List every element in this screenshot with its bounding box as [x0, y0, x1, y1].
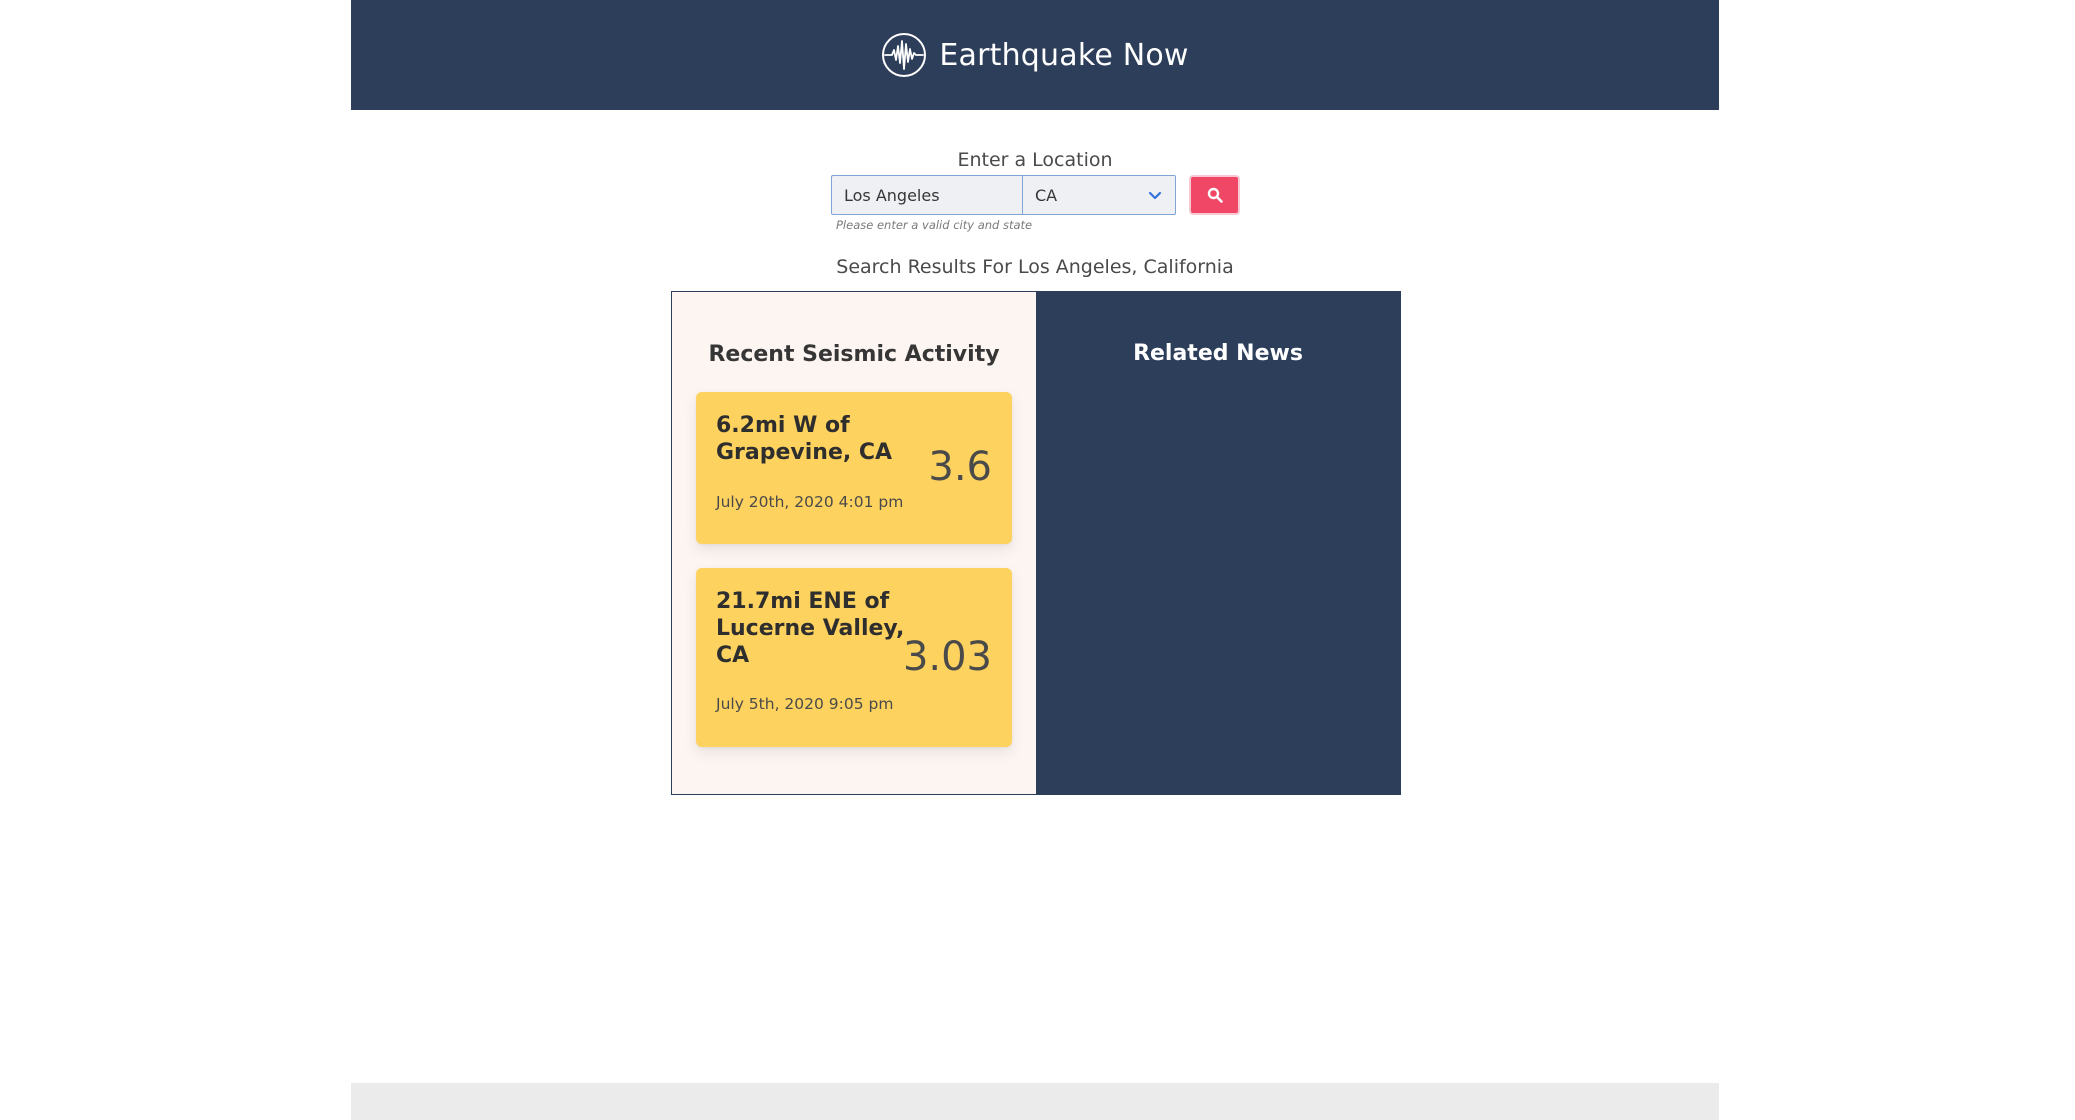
chevron-down-icon: [1148, 191, 1162, 200]
app-header: Earthquake Now: [351, 0, 1719, 110]
search-form: CA: [831, 175, 1176, 215]
search-icon: [1207, 187, 1223, 203]
help-text: Please enter a valid city and state: [836, 218, 1033, 232]
search-button[interactable]: [1189, 175, 1240, 215]
seismic-activity-title: Recent Seismic Activity: [708, 342, 1000, 367]
city-input[interactable]: [831, 175, 1022, 215]
quake-location: 21.7mi ENE of Lucerne Valley, CA: [716, 589, 905, 668]
state-select[interactable]: CA: [1022, 175, 1176, 215]
state-select-value: CA: [1035, 185, 1058, 205]
seismic-activity-column: Recent Seismic Activity 6.2mi W of Grape…: [672, 292, 1036, 794]
search-label: Enter a Location: [957, 149, 1113, 171]
related-news-column: Related News: [1036, 292, 1400, 794]
quake-location: 6.2mi W of Grapevine, CA: [716, 413, 893, 465]
quake-magnitude: 3.6: [928, 444, 992, 490]
quake-time: July 5th, 2020 9:05 pm: [716, 695, 894, 713]
quake-time: July 20th, 2020 4:01 pm: [716, 493, 904, 511]
quake-magnitude: 3.03: [902, 634, 992, 680]
app-title: Earthquake Now: [939, 37, 1189, 73]
results-panel: Recent Seismic Activity 6.2mi W of Grape…: [671, 291, 1401, 795]
page-footer: [351, 1083, 1719, 1120]
quake-card[interactable]: 6.2mi W of Grapevine, CA July 20th, 2020…: [696, 392, 1012, 544]
results-heading: Search Results For Los Angeles, Californ…: [836, 256, 1234, 278]
seismograph-icon: [882, 33, 927, 77]
related-news-title: Related News: [1133, 341, 1303, 366]
quake-card[interactable]: 21.7mi ENE of Lucerne Valley, CA July 5t…: [696, 568, 1012, 747]
app-page: Earthquake Now Enter a Location CA Pleas…: [351, 0, 1719, 1120]
brand[interactable]: Earthquake Now: [881, 32, 1188, 78]
